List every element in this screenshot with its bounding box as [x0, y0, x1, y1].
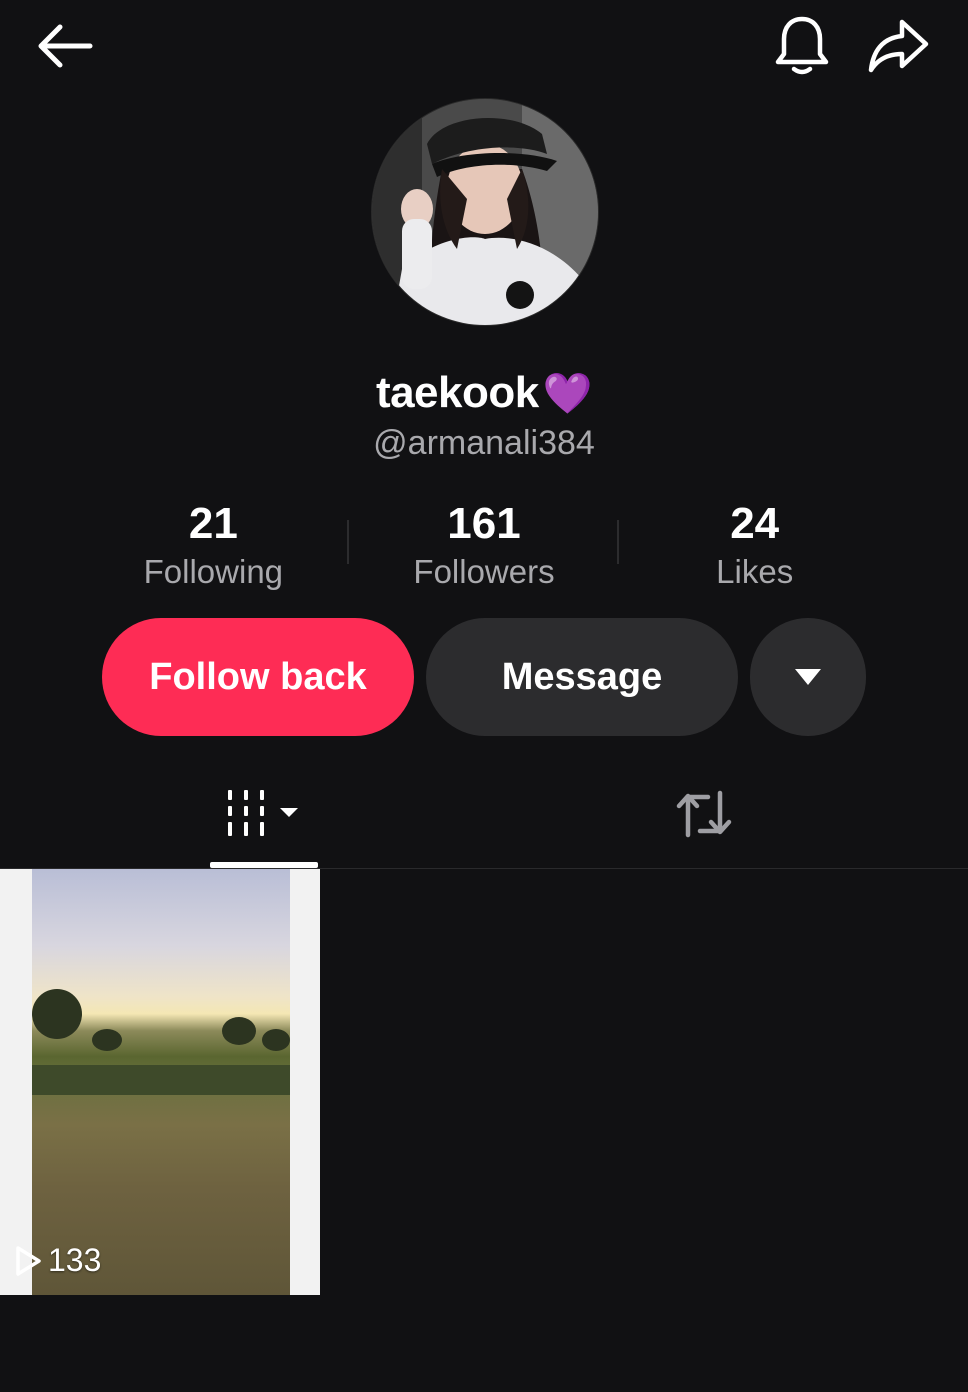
active-tab-indicator	[210, 862, 318, 868]
tab-videos[interactable]	[210, 760, 318, 868]
following-label: Following	[143, 553, 284, 590]
username-handle: @armanali384	[373, 424, 595, 462]
share-arrow-icon	[868, 19, 929, 73]
repost-icon	[676, 790, 732, 838]
likes-label: Likes	[716, 553, 794, 590]
purple-heart-emoji: 💜	[542, 371, 593, 416]
likes-count: 24	[730, 499, 780, 548]
stat-followers[interactable]: 161 Followers	[349, 498, 620, 594]
display-name-row: taekook 💜	[0, 368, 968, 418]
top-bar	[0, 0, 968, 96]
message-button[interactable]: Message	[426, 618, 738, 736]
avatar[interactable]	[371, 98, 599, 326]
display-name: taekook	[375, 368, 539, 417]
play-outline-icon	[16, 1245, 41, 1276]
tab-reposts[interactable]	[650, 760, 758, 868]
arrow-left-icon	[38, 24, 93, 68]
content-tabs	[0, 760, 968, 869]
notification-button[interactable]	[766, 10, 838, 82]
profile-stats: 21 Following 161 Followers 24 Likes	[78, 498, 890, 594]
more-options-button[interactable]	[750, 618, 866, 736]
video-thumbnail-image	[32, 869, 290, 1295]
view-count-value: 133	[48, 1242, 102, 1278]
followers-label: Followers	[413, 553, 555, 590]
video-thumbnail[interactable]: 133	[0, 869, 320, 1295]
stat-likes[interactable]: 24 Likes	[619, 498, 890, 594]
grid-filter-icon	[228, 790, 298, 836]
follow-back-button[interactable]: Follow back	[102, 618, 414, 736]
caret-down-icon	[795, 669, 821, 685]
followers-count: 161	[447, 499, 521, 548]
share-button[interactable]	[860, 10, 936, 82]
bell-icon	[775, 16, 829, 75]
stat-following[interactable]: 21 Following	[78, 498, 349, 594]
following-count: 21	[188, 499, 238, 548]
back-button[interactable]	[26, 14, 102, 78]
avatar-image	[372, 99, 598, 325]
view-count: 133	[14, 1242, 101, 1279]
